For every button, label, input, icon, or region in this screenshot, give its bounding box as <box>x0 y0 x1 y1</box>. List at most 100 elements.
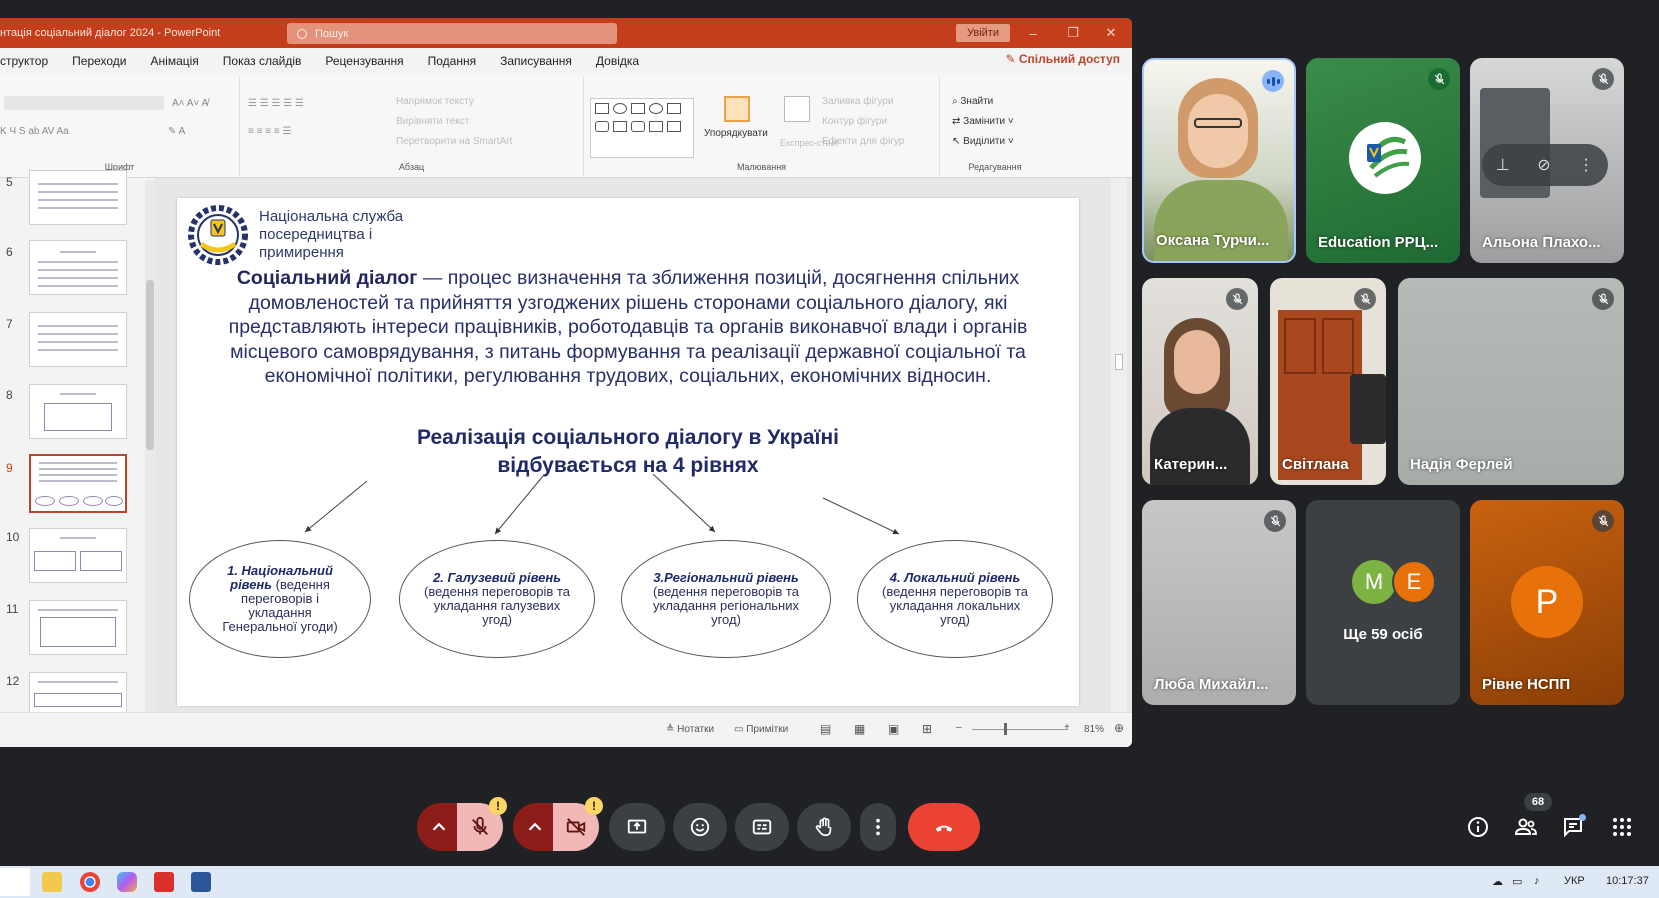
zoom-level[interactable]: 81% <box>1084 724 1104 735</box>
shapes-gallery[interactable] <box>590 98 694 158</box>
leave-call-button[interactable] <box>908 803 980 851</box>
participant-tile[interactable]: Надія Ферлей <box>1398 278 1624 485</box>
zoom-slider-thumb[interactable] <box>1004 723 1007 735</box>
ppt-search-box[interactable]: Пошук <box>287 23 617 44</box>
language-indicator[interactable]: УКР <box>1564 875 1585 887</box>
mic-toggle-button[interactable]: ! <box>457 797 507 851</box>
mic-off-overlay-icon[interactable]: ⊘ <box>1537 155 1550 175</box>
camera-toggle-button[interactable]: ! <box>553 797 603 851</box>
shape-effects[interactable]: Ефекти для фігур <box>822 136 904 147</box>
level-desc: (ведення переговорів та укладання галузе… <box>424 584 570 627</box>
close-icon[interactable]: ✕ <box>1102 24 1120 42</box>
mic-options-button[interactable] <box>417 803 461 851</box>
glasses-icon <box>1194 118 1242 128</box>
wps-icon[interactable] <box>154 872 174 892</box>
slideshow-view-icon[interactable]: ⊞ <box>922 722 932 736</box>
slide-thumbnail[interactable] <box>29 384 127 439</box>
slide-thumbnail[interactable] <box>29 240 127 295</box>
restore-icon[interactable]: ❐ <box>1064 24 1082 42</box>
normal-view-icon[interactable]: ▤ <box>820 722 831 736</box>
font-color-buttons[interactable]: ✎ A <box>168 126 185 137</box>
align-buttons[interactable]: ≡ ≡ ≡ ≡ ☰ <box>248 126 291 137</box>
arrange-icon <box>724 96 750 122</box>
thumbnail-scrollbar[interactable] <box>145 180 155 747</box>
file-explorer-icon[interactable] <box>42 872 62 892</box>
raise-hand-button[interactable] <box>797 803 851 851</box>
zoom-out-icon[interactable]: – <box>956 722 962 733</box>
minimize-icon[interactable]: – <box>1024 24 1042 42</box>
start-button[interactable] <box>0 868 30 896</box>
notes-button[interactable]: ≜ Нотатки <box>666 724 714 735</box>
chat-button[interactable] <box>1558 812 1588 842</box>
menu-animation[interactable]: Анімація <box>151 54 199 68</box>
shape-outline[interactable]: Контур фігури <box>822 116 887 127</box>
participant-tile[interactable]: P Рівне НСПП <box>1470 500 1624 705</box>
menu-designer[interactable]: структор <box>0 54 48 68</box>
thumb-number: 5 <box>6 175 13 189</box>
thumb-number: 6 <box>6 245 13 259</box>
find-button[interactable]: ⌕ Знайти <box>952 96 993 107</box>
current-slide[interactable]: Національна служба посередництва і прими… <box>177 198 1079 706</box>
align-text[interactable]: Вирівняти текст <box>396 116 469 127</box>
education-logo-icon <box>1349 122 1421 194</box>
share-button[interactable]: ✎ Спільний доступ <box>1005 52 1120 66</box>
font-size-buttons[interactable]: A˄ A˅ A̸ <box>172 98 208 109</box>
reading-view-icon[interactable]: ▣ <box>888 722 899 736</box>
chrome-icon[interactable] <box>80 872 100 892</box>
more-options-button[interactable] <box>860 803 896 851</box>
participant-tile[interactable]: Світлана <box>1270 278 1386 485</box>
present-screen-button[interactable] <box>609 803 665 851</box>
menu-review[interactable]: Рецензування <box>325 54 403 68</box>
more-participants-tile[interactable]: M E Ще 59 осіб <box>1306 500 1460 705</box>
camera-options-button[interactable] <box>513 803 557 851</box>
font-name-box[interactable] <box>4 96 164 110</box>
captions-button[interactable] <box>735 803 789 851</box>
network-icon[interactable]: ▭ <box>1512 875 1522 888</box>
signin-button[interactable]: Увійти <box>956 24 1010 42</box>
replace-button[interactable]: ⇄ Замінити ˅ <box>952 116 1014 127</box>
activities-button[interactable] <box>1607 812 1637 842</box>
people-button[interactable] <box>1511 812 1541 842</box>
chevron-up-icon <box>528 822 542 831</box>
thumbnail-scroll-thumb[interactable] <box>146 280 154 450</box>
participant-tile[interactable]: Люба Михайл... <box>1142 500 1296 705</box>
arrange-button[interactable]: Упорядкувати <box>704 128 768 139</box>
menu-help[interactable]: Довідка <box>596 54 639 68</box>
zoom-in-icon[interactable]: + <box>1064 722 1070 733</box>
slide-scrollbar[interactable] <box>1111 178 1127 712</box>
fit-slide-icon[interactable]: ⊕ <box>1114 721 1124 735</box>
pin-icon[interactable]: ⊥ <box>1496 155 1510 175</box>
font-style-buttons[interactable]: K Ч S ab AV Aa <box>0 126 69 137</box>
zoom-slider[interactable] <box>972 729 1068 730</box>
participant-tile[interactable]: Катерин... <box>1142 278 1258 485</box>
sorter-view-icon[interactable]: ▦ <box>854 722 865 736</box>
slide-thumbnail[interactable] <box>29 528 127 583</box>
slide-thumbnail-active[interactable] <box>29 454 127 513</box>
participant-tile[interactable]: Education РРЦ... <box>1306 58 1460 263</box>
smartart[interactable]: Перетворити на SmartArt <box>396 136 512 147</box>
menu-record[interactable]: Записування <box>500 54 572 68</box>
comments-button[interactable]: ▭ Примітки <box>734 724 788 735</box>
shape-fill[interactable]: Заливка фігури <box>822 96 893 107</box>
more-options-icon[interactable]: ⋮ <box>1578 155 1594 175</box>
slide-thumbnail[interactable] <box>29 600 127 655</box>
menu-transitions[interactable]: Переходи <box>72 54 126 68</box>
menu-slideshow[interactable]: Показ слайдів <box>223 54 302 68</box>
level-desc: (ведення переговорів та укладання локаль… <box>882 584 1028 627</box>
participant-tile[interactable]: Оксана Турчи... <box>1142 58 1296 263</box>
slide-thumbnail[interactable] <box>29 170 127 225</box>
list-buttons[interactable]: ☰ ☰ ☰ ☰ ☰ <box>248 98 304 109</box>
copilot-icon[interactable] <box>117 872 137 892</box>
text-direction[interactable]: Напрямок тексту <box>396 96 474 107</box>
slide-scroll-thumb[interactable] <box>1115 354 1123 370</box>
menu-view[interactable]: Подання <box>428 54 476 68</box>
volume-icon[interactable]: ♪ <box>1534 875 1540 887</box>
select-button[interactable]: ↖ Виділити ˅ <box>952 136 1014 147</box>
word-icon[interactable] <box>191 872 211 892</box>
reactions-button[interactable] <box>673 803 727 851</box>
clock[interactable]: 10:17:37 <box>1606 875 1649 887</box>
meeting-details-button[interactable] <box>1463 812 1493 842</box>
participant-tile[interactable]: ⊥ ⊘ ⋮ Альона Плахо... <box>1470 58 1624 263</box>
onedrive-icon[interactable]: ☁ <box>1492 875 1503 888</box>
slide-thumbnail[interactable] <box>29 312 127 367</box>
